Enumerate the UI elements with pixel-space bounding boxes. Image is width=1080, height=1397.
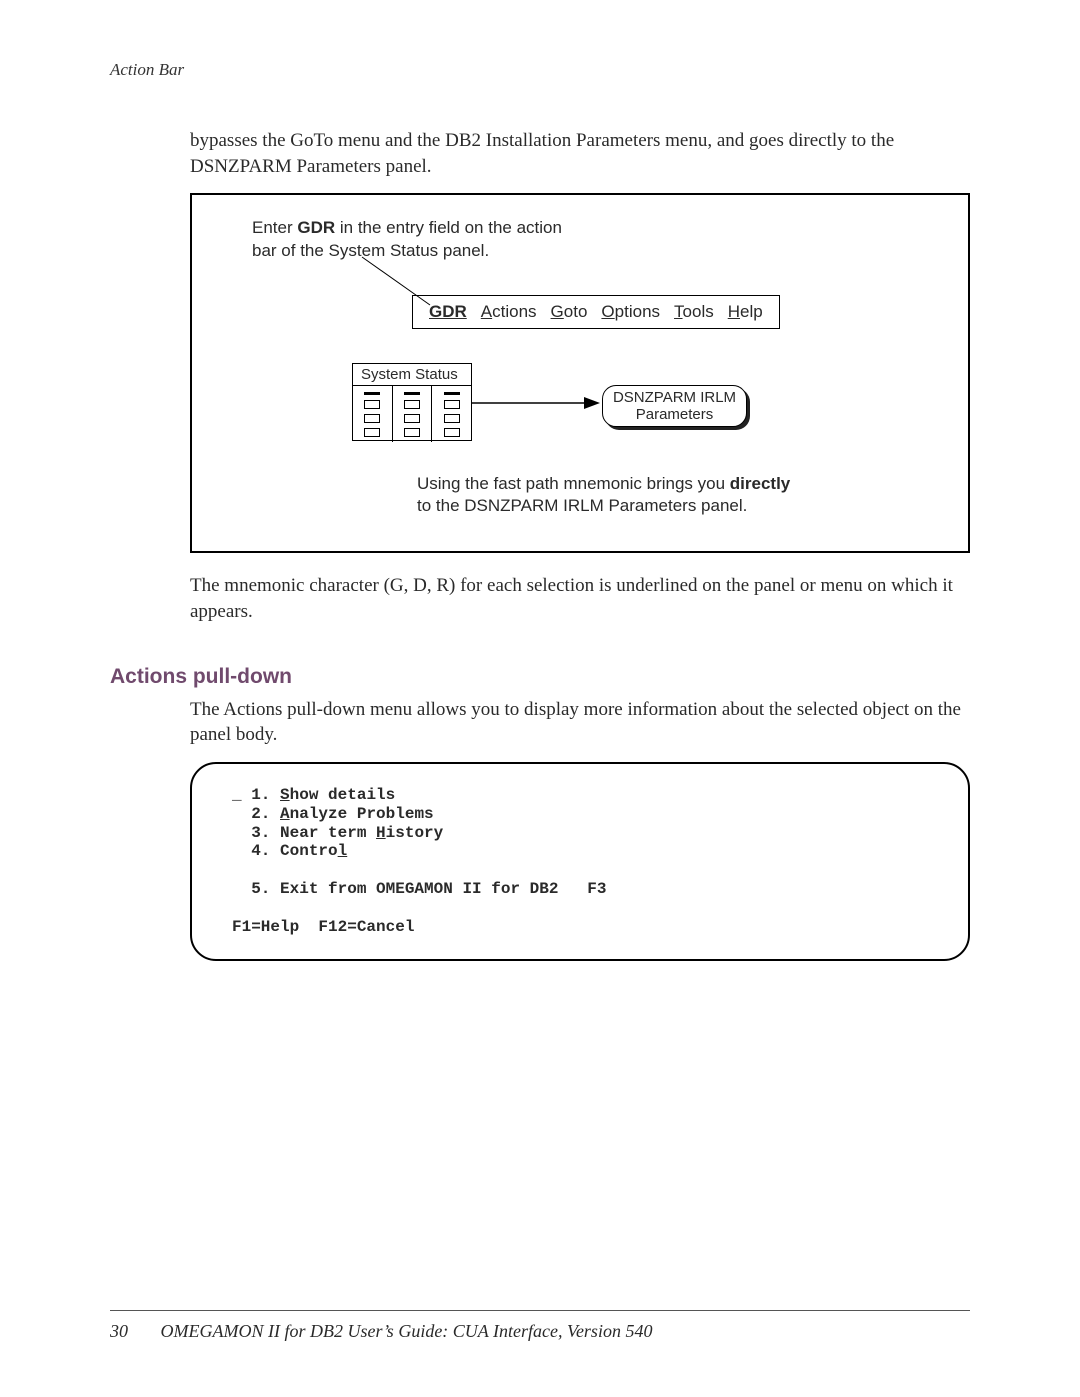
page-footer: 30 OMEGAMON II for DB2 User’s Guide: CUA… xyxy=(110,1310,970,1342)
menu-help[interactable]: Help xyxy=(728,302,763,322)
exit-line: 5. Exit from OMEGAMON II for DB2 F3 xyxy=(251,880,606,898)
figure-frame: Enter GDR in the entry field on the acti… xyxy=(190,193,970,553)
target-line2: Parameters xyxy=(607,406,742,423)
mnemonic-paragraph: The mnemonic character (G, D, R) for eac… xyxy=(190,573,970,624)
intro-paragraph: bypasses the GoTo menu and the DB2 Insta… xyxy=(190,128,970,179)
menu-actions[interactable]: Actions xyxy=(481,302,537,322)
target-line1: DSNZPARM IRLM xyxy=(607,389,742,406)
terminal-footer: F1=Help F12=Cancel xyxy=(232,918,414,936)
menu-goto[interactable]: Goto xyxy=(551,302,588,322)
dsnzparm-target-box: DSNZPARM IRLM Parameters xyxy=(602,385,747,427)
footer-title: OMEGAMON II for DB2 User’s Guide: CUA In… xyxy=(161,1321,653,1341)
action-bar: GDR Actions Goto Options Tools Help xyxy=(412,295,780,329)
section-intro: The Actions pull-down menu allows you to… xyxy=(190,697,970,748)
mini-panel-title: System Status xyxy=(353,364,471,386)
menu-options[interactable]: Options xyxy=(601,302,660,322)
running-header: Action Bar xyxy=(110,60,970,80)
figure-note: Using the fast path mnemonic brings you … xyxy=(417,473,797,517)
prompt: _ xyxy=(232,786,251,804)
caption-bold: GDR xyxy=(297,218,335,237)
page-number: 30 xyxy=(110,1321,128,1341)
system-status-panel-icon: System Status xyxy=(352,363,472,441)
section-heading: Actions pull-down xyxy=(110,665,970,689)
gdr-entry-field[interactable]: GDR xyxy=(429,302,467,322)
arrow-icon xyxy=(472,393,602,413)
caption-pre: Enter xyxy=(252,218,297,237)
figure-caption: Enter GDR in the entry field on the acti… xyxy=(252,217,572,263)
actions-pulldown-panel: _ 1. Show details 2. Analyze Problems 3.… xyxy=(190,762,970,961)
menu-tools[interactable]: Tools xyxy=(674,302,714,322)
